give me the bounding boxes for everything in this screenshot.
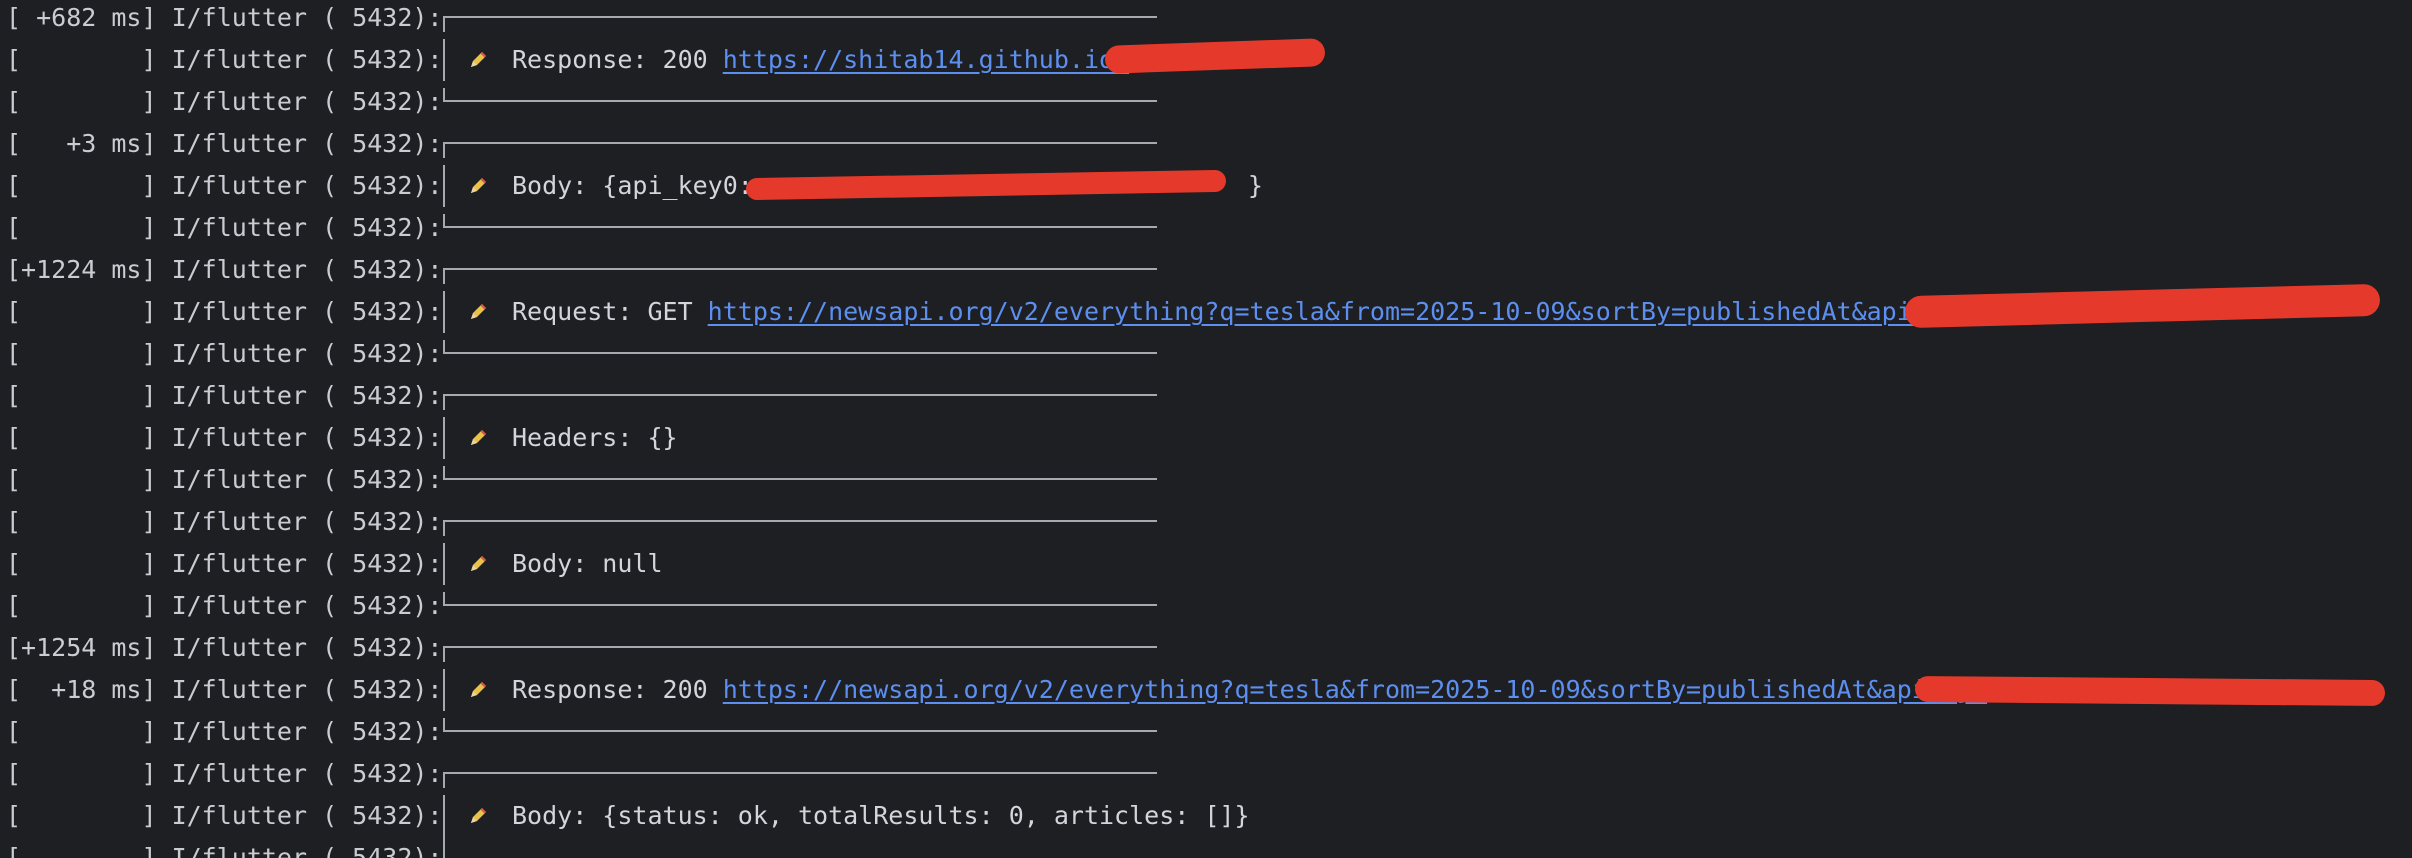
log-box-bottom-border [443, 214, 1157, 228]
log-box-top-border [443, 646, 1157, 662]
log-line-prefix: [ ] I/flutter ( 5432): [6, 759, 443, 788]
log-box-side-border [443, 39, 445, 81]
log-line-prefix: [ ] I/flutter ( 5432): [6, 801, 443, 830]
log-box-top-border [443, 520, 1157, 536]
log-box-side-border [443, 837, 445, 858]
log-box-bottom-border [443, 466, 1157, 480]
log-box-bottom-border [443, 340, 1157, 354]
log-line-prefix: [ ] I/flutter ( 5432): [6, 507, 443, 536]
log-url-link[interactable]: https://newsapi.org/v2/everything?q=tesl… [723, 675, 1987, 704]
redaction-mark [1104, 38, 1326, 74]
log-message: Request: GET https://newsapi.org/v2/ever… [512, 291, 1972, 333]
log-line-prefix: [ ] I/flutter ( 5432): [6, 717, 443, 746]
log-line-prefix: [ ] I/flutter ( 5432): [6, 339, 443, 368]
redaction-mark [1904, 283, 2381, 329]
run-console: [ +682 ms] I/flutter ( 5432): [ ] I/flut… [0, 0, 2412, 858]
log-box-side-border [443, 669, 445, 711]
pencil-icon [471, 304, 486, 319]
log-line-prefix: [ ] I/flutter ( 5432): [6, 45, 443, 74]
log-box-bottom-border [443, 592, 1157, 606]
log-message: Body: null [512, 549, 663, 578]
log-box-bottom-border [443, 88, 1157, 102]
pencil-icon [471, 178, 486, 193]
log-box-top-border [443, 394, 1157, 410]
log-line-prefix: [ ] I/flutter ( 5432): [6, 171, 443, 200]
log-box-side-border [443, 417, 445, 459]
log-message: Response: 200 https://shitab14.github.io… [512, 39, 1129, 81]
message-label: Response: 200 [512, 675, 723, 704]
log-box-side-border [443, 795, 445, 837]
log-box-bottom-border [443, 718, 1157, 732]
log-line-prefix: [ ] I/flutter ( 5432): [6, 423, 443, 452]
log-line-prefix: [ ] I/flutter ( 5432): [6, 843, 443, 858]
log-line-prefix: [ ] I/flutter ( 5432): [6, 549, 443, 578]
log-line-prefix: [ ] I/flutter ( 5432): [6, 591, 443, 620]
log-box-top-border [443, 142, 1157, 158]
message-label: Response: 200 [512, 45, 723, 74]
pencil-icon [471, 808, 486, 823]
log-box-top-border [443, 772, 1157, 788]
log-box-side-border [443, 291, 445, 333]
pencil-icon [471, 682, 486, 697]
log-line-prefix: [+1224 ms] I/flutter ( 5432): [6, 255, 443, 284]
log-line-prefix: [ ] I/flutter ( 5432): [6, 381, 443, 410]
log-line-prefix: [ +682 ms] I/flutter ( 5432): [6, 3, 443, 32]
pencil-icon [471, 556, 486, 571]
message-label: Body: {api_key0: [512, 171, 768, 200]
log-message: Headers: {} [512, 423, 678, 452]
message-suffix: } [1247, 171, 1263, 200]
log-line-prefix: [ ] I/flutter ( 5432): [6, 213, 443, 242]
log-message: Body: {status: ok, totalResults: 0, arti… [512, 801, 1250, 830]
message-label: Request: GET [512, 297, 708, 326]
log-url-link[interactable]: https://shitab14.github.io/ [723, 45, 1129, 74]
log-line-prefix: [+1254 ms] I/flutter ( 5432): [6, 633, 443, 662]
log-line-prefix: [ ] I/flutter ( 5432): [6, 87, 443, 116]
log-line-prefix: [ ] I/flutter ( 5432): [6, 465, 443, 494]
pencil-icon [471, 430, 486, 445]
log-line-prefix: [ ] I/flutter ( 5432): [6, 297, 443, 326]
log-line-prefix: [ +18 ms] I/flutter ( 5432): [6, 675, 443, 704]
log-box-side-border [443, 543, 445, 585]
log-line-prefix: [ +3 ms] I/flutter ( 5432): [6, 129, 443, 158]
log-box-side-border [443, 165, 445, 207]
log-box-top-border [443, 16, 1157, 32]
log-box-top-border [443, 268, 1157, 284]
pencil-icon [471, 52, 486, 67]
log-message: Response: 200 https://newsapi.org/v2/eve… [512, 669, 1987, 711]
redaction-mark [1914, 675, 2386, 707]
log-url-link[interactable]: https://newsapi.org/v2/everything?q=tesl… [708, 297, 1972, 326]
